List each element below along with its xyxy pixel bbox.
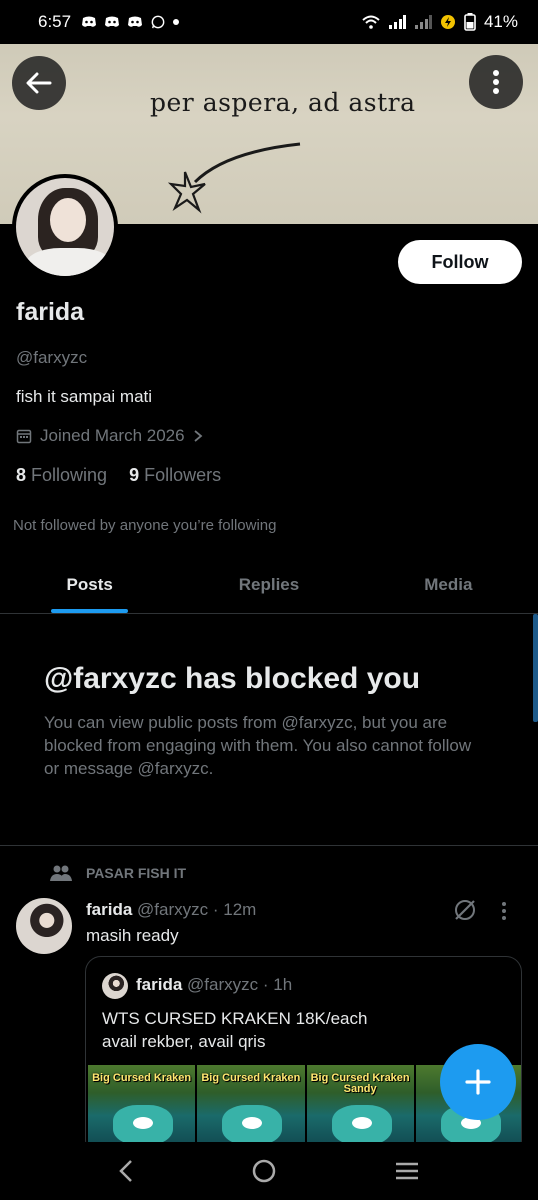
grok-icon[interactable]	[452, 897, 478, 923]
profile-bio: fish it sampai mati	[16, 387, 153, 406]
more-options-button[interactable]	[469, 55, 523, 109]
following-link[interactable]: 8 Following	[16, 465, 107, 486]
more-vertical-icon	[493, 70, 499, 94]
status-bar: 6:57 41%	[0, 0, 538, 44]
followers-label: Followers	[144, 465, 222, 485]
post-more-icon[interactable]	[500, 900, 508, 922]
banner-quote: per aspera, ad astra	[150, 88, 416, 117]
followers-count: 9	[129, 465, 140, 485]
follow-stats: 8 Following 9 Followers	[16, 465, 221, 486]
tab-posts[interactable]: Posts	[0, 556, 179, 613]
calendar-icon	[16, 429, 32, 444]
post-author-handle[interactable]: @farxyzc	[137, 900, 208, 919]
discord-icon	[82, 16, 97, 27]
blocked-message: You can view public posts from @farxyzc,…	[44, 713, 472, 778]
joined-label: Joined March 2026	[40, 426, 185, 445]
active-tab-indicator	[51, 609, 128, 613]
quoted-author-avatar	[102, 973, 128, 999]
nav-recents-icon[interactable]	[394, 1161, 420, 1181]
tab-replies[interactable]: Replies	[179, 556, 358, 613]
quoted-author-handle: @farxyzc	[187, 975, 259, 994]
blocked-title: @farxyzc has blocked you	[44, 662, 421, 695]
divider	[0, 845, 538, 846]
tab-posts-label: Posts	[66, 574, 113, 594]
signal-weak-icon	[414, 15, 432, 29]
joined-date[interactable]: Joined March 2026	[16, 426, 203, 446]
quoted-time: · 1h	[262, 975, 293, 994]
battery-percent: 41%	[483, 12, 518, 31]
post-text: masih ready	[86, 926, 179, 945]
whatsapp-icon	[151, 15, 165, 29]
quoted-text-line-2: avail rekber, avail qris	[102, 1032, 266, 1051]
followed-by-note: Not followed by anyone you’re following	[13, 517, 277, 534]
quoted-text-line-1: WTS CURSED KRAKEN 18K/each	[102, 1009, 368, 1028]
discord-icon	[128, 16, 143, 27]
arrow-left-icon	[26, 72, 52, 94]
battery-icon	[464, 13, 476, 31]
post-author-name[interactable]: farida	[86, 900, 132, 919]
post-time: · 12m	[212, 900, 257, 919]
following-label: Following	[31, 465, 108, 485]
back-button[interactable]	[12, 56, 66, 110]
status-time: 6:57	[38, 12, 72, 31]
following-count: 8	[16, 465, 27, 485]
tab-replies-label: Replies	[238, 574, 300, 594]
followers-link[interactable]: 9 Followers	[129, 465, 221, 486]
post-author-avatar[interactable]	[16, 898, 72, 954]
signal-icon	[388, 15, 406, 29]
display-name: farida	[16, 298, 85, 326]
shooting-star-illustration	[167, 142, 301, 214]
tab-media[interactable]: Media	[359, 556, 538, 613]
compose-post-button[interactable]	[440, 1044, 516, 1120]
wifi-icon	[362, 15, 380, 29]
media-caption: Big Cursed Kraken Sandy	[310, 1072, 410, 1095]
quoted-header: farida @farxyzc · 1h	[136, 975, 292, 995]
profile-tabs: Posts Replies Media	[0, 556, 538, 614]
profile-handle: @farxyzc	[16, 348, 88, 367]
nav-home-icon[interactable]	[251, 1158, 277, 1184]
quoted-author-name: farida	[136, 975, 183, 994]
chevron-right-icon	[194, 430, 202, 442]
plus-icon	[465, 1069, 491, 1095]
dot-icon	[173, 19, 180, 25]
community-label[interactable]: PASAR FISH IT	[50, 864, 186, 882]
post-header: farida @farxyzc · 12m	[86, 900, 256, 920]
tab-media-label: Media	[424, 574, 473, 594]
battery-saver-icon	[440, 15, 455, 29]
community-name: PASAR FISH IT	[86, 865, 187, 881]
system-nav-bar	[0, 1142, 538, 1200]
scroll-indicator[interactable]	[533, 614, 538, 722]
nav-back-icon[interactable]	[118, 1159, 134, 1183]
follow-button[interactable]: Follow	[398, 240, 522, 284]
profile-avatar[interactable]	[12, 174, 118, 280]
discord-icon	[105, 16, 120, 27]
community-icon	[50, 865, 72, 881]
media-caption: Big Cursed Kraken	[201, 1072, 301, 1084]
quoted-text: WTS CURSED KRAKEN 18K/each avail rekber,…	[102, 1007, 367, 1053]
media-caption: Big Cursed Kraken	[92, 1072, 192, 1084]
